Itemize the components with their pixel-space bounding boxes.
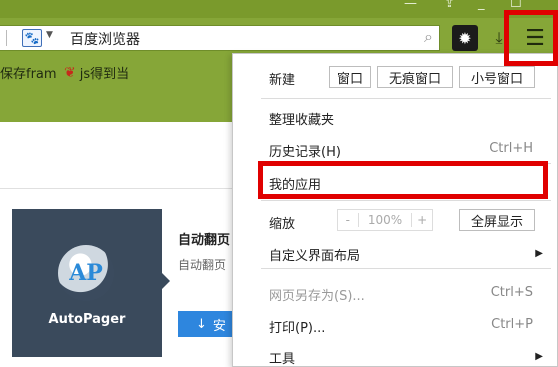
bookmark-item[interactable]: ❦ js得到当 — [64, 63, 130, 83]
menu-separator — [261, 200, 551, 201]
chevron-down-icon[interactable]: ▼ — [46, 30, 53, 40]
download-icon: ↓ — [196, 316, 207, 332]
small-window-button[interactable]: 小号窗口 — [459, 66, 535, 88]
new-window-button[interactable]: 窗口 — [329, 66, 371, 88]
install-label: 安 — [212, 318, 226, 334]
title-bar: — ⇪ _ ☐ — [0, 0, 558, 18]
zoom-in-button[interactable]: + — [412, 213, 432, 227]
main-menu: 新建 窗口 无痕窗口 小号窗口 整理收藏夹 历史记录(H) Ctrl+H 我的应… — [232, 53, 558, 367]
menu-item-bookmarks[interactable]: 整理收藏夹 — [269, 109, 334, 128]
history-shortcut: Ctrl+H — [489, 141, 533, 156]
print-shortcut: Ctrl+P — [491, 317, 533, 332]
menu-separator — [261, 98, 551, 99]
app-description: 自动翻页 — [178, 258, 227, 272]
address-text[interactable]: 百度浏览器 — [70, 29, 140, 49]
settings-icon[interactable]: ✹ — [452, 25, 478, 51]
zoom-control: - 100% + — [337, 209, 433, 231]
bookmark-label: 保存fram — [0, 67, 57, 82]
submenu-arrow-icon: ▶ — [535, 248, 543, 259]
address-bar[interactable]: 🐾 ▼ 百度浏览器 ⌕ — [0, 25, 440, 51]
fullscreen-button[interactable]: 全屏显示 — [459, 209, 535, 231]
bookmark-item[interactable]: 保存fram — [0, 63, 57, 82]
zoom-out-button[interactable]: - — [338, 213, 358, 227]
app-title: 自动翻页 — [178, 233, 231, 248]
menu-zoom-label: 缩放 — [269, 217, 296, 232]
menu-item-customize-layout[interactable]: 自定义界面布局 — [269, 245, 360, 264]
menu-item-print[interactable]: 打印(P)... — [269, 317, 325, 336]
incognito-window-button[interactable]: 无痕窗口 — [377, 66, 453, 88]
paw-icon[interactable]: 🐾 — [22, 29, 42, 47]
highlight-box — [504, 10, 558, 66]
submenu-arrow-icon: ▶ — [535, 351, 543, 362]
app-tile[interactable]: AP AutoPager — [12, 209, 170, 357]
zoom-value: 100% — [357, 213, 413, 227]
divider — [0, 188, 240, 189]
bookmark-label: js得到当 — [79, 67, 130, 82]
highlight-box — [258, 161, 548, 199]
app-logo: AP — [58, 245, 114, 301]
save-as-shortcut: Ctrl+S — [490, 285, 533, 300]
install-button[interactable]: ↓ 安 — [178, 311, 238, 337]
tile-pointer — [162, 273, 170, 289]
restore-icon[interactable]: ⇪ — [444, 0, 455, 11]
menu-separator — [261, 268, 551, 269]
menu-new-label: 新建 — [269, 73, 296, 88]
search-icon[interactable]: ⌕ — [424, 27, 433, 47]
minimize-icon[interactable]: — — [404, 0, 417, 11]
paw-icon: ❦ — [64, 64, 76, 81]
address-bar-edge — [0, 30, 7, 46]
minimize-icon[interactable]: _ — [478, 0, 485, 11]
menu-item-save-as[interactable]: 网页另存为(S)... — [269, 285, 365, 304]
menu-item-history[interactable]: 历史记录(H) — [269, 141, 341, 160]
app-name: AutoPager — [48, 312, 126, 327]
toolbar: 🐾 ▼ 百度浏览器 ⌕ ✹ ⤓ ☰ — [0, 18, 558, 58]
menu-item-tools[interactable]: 工具 — [269, 348, 295, 367]
